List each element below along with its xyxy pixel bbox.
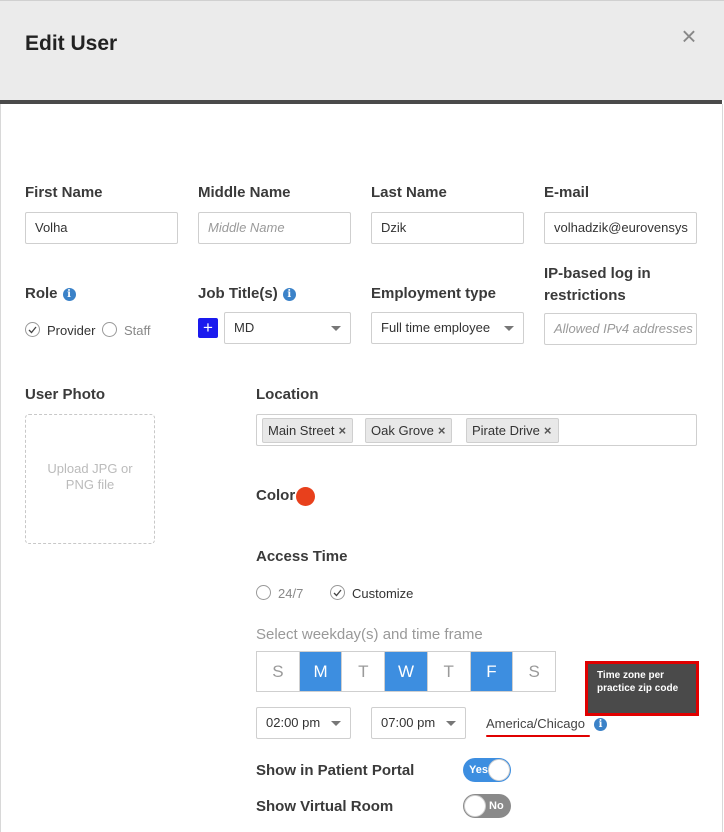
remove-tag-icon[interactable]: ×: [544, 423, 552, 438]
location-tag-label: Main Street: [268, 423, 335, 438]
dialog-border-left: [0, 104, 1, 832]
tooltip-line2: practice zip code: [597, 683, 679, 694]
dialog-header: Edit User ×: [0, 0, 724, 100]
timezone-tooltip: Time zone per practice zip code: [585, 661, 699, 716]
dialog-border-right: [722, 104, 723, 832]
radio-staff[interactable]: [102, 322, 117, 337]
virtual-room-label: Show Virtual Room: [256, 798, 394, 815]
role-label-text: Role: [25, 285, 58, 302]
employment-label: Employment type: [371, 285, 497, 302]
chevron-down-icon: [446, 721, 456, 726]
location-label: Location: [256, 386, 319, 403]
end-time-select[interactable]: 07:00 pm: [371, 707, 466, 739]
radio-provider[interactable]: [25, 322, 40, 337]
role-option-provider[interactable]: Provider: [47, 323, 95, 338]
ip-label-line1: IP-based log in: [544, 265, 651, 282]
role-label: Role i: [25, 285, 76, 302]
last-name-field[interactable]: Dzik: [371, 212, 524, 244]
chevron-down-icon: [331, 326, 341, 331]
first-name-label: First Name: [25, 184, 103, 201]
location-multiselect[interactable]: Main Street × Oak Grove × Pirate Drive ×: [256, 414, 697, 446]
upload-text-line2: PNG file: [65, 477, 115, 492]
email-field[interactable]: volhadzik@eurovensys: [544, 212, 697, 244]
access-time-label: Access Time: [256, 548, 348, 565]
weekday-hint: Select weekday(s) and time frame: [256, 626, 483, 643]
middle-name-field[interactable]: Middle Name: [198, 212, 351, 244]
check-icon: [333, 589, 342, 597]
end-time-value: 07:00 pm: [381, 715, 436, 730]
day-friday[interactable]: F: [470, 652, 514, 691]
start-time-value: 02:00 pm: [266, 715, 321, 730]
access-option-24-7[interactable]: 24/7: [278, 586, 303, 601]
chevron-down-icon: [331, 721, 341, 726]
photo-upload-dropzone[interactable]: Upload JPG or PNG file: [25, 414, 155, 544]
location-tag: Main Street ×: [262, 418, 354, 443]
last-name-label: Last Name: [371, 184, 447, 201]
first-name-field[interactable]: Volha: [25, 212, 178, 244]
radio-24-7[interactable]: [256, 585, 271, 600]
info-icon[interactable]: i: [62, 288, 76, 301]
ip-restrictions-field[interactable]: Allowed IPv4 addresses: [544, 313, 697, 345]
virtual-room-toggle[interactable]: No: [463, 794, 511, 818]
tooltip-line1: Time zone per: [597, 670, 665, 681]
day-wednesday[interactable]: W: [385, 652, 428, 691]
role-option-staff[interactable]: Staff: [124, 323, 151, 338]
access-option-customize[interactable]: Customize: [352, 586, 413, 601]
job-title-select[interactable]: MD: [224, 312, 351, 344]
annotation-underline: [486, 735, 590, 737]
close-icon[interactable]: ×: [676, 23, 702, 49]
ip-label-line2: restrictions: [544, 287, 626, 304]
color-swatch[interactable]: [296, 487, 315, 506]
toggle-state-text: No: [489, 800, 504, 812]
job-title-label: Job Title(s) i: [198, 285, 296, 302]
chevron-down-icon: [504, 326, 514, 331]
header-divider: [0, 100, 722, 104]
job-title-label-text: Job Title(s): [198, 285, 278, 302]
check-icon: [28, 326, 37, 334]
timezone-text: America/Chicago i: [486, 716, 607, 731]
day-thursday[interactable]: T: [428, 652, 471, 691]
weekday-selector: S M T W T F S: [256, 651, 556, 692]
ip-restrictions-label: IP-based log in restrictions: [544, 263, 651, 307]
day-monday[interactable]: M: [299, 652, 343, 691]
location-tag: Oak Grove ×: [365, 418, 453, 443]
employment-value: Full time employee: [381, 320, 491, 335]
timezone-value: America/Chicago: [486, 716, 585, 731]
location-tag-label: Pirate Drive: [472, 423, 540, 438]
remove-tag-icon[interactable]: ×: [438, 423, 446, 438]
employment-select[interactable]: Full time employee: [371, 312, 524, 344]
location-tag-label: Oak Grove: [371, 423, 434, 438]
day-sunday[interactable]: S: [257, 652, 300, 691]
user-photo-label: User Photo: [25, 386, 106, 403]
upload-text-line1: Upload JPG or: [47, 461, 133, 476]
day-saturday[interactable]: S: [513, 652, 555, 691]
job-title-value: MD: [234, 320, 255, 335]
toggle-knob: [464, 795, 486, 817]
add-job-title-button[interactable]: +: [198, 318, 218, 338]
toggle-knob: [488, 759, 510, 781]
location-tag: Pirate Drive ×: [466, 418, 559, 443]
patient-portal-toggle[interactable]: Yes: [463, 758, 511, 782]
info-icon[interactable]: i: [594, 718, 607, 731]
day-tuesday[interactable]: T: [342, 652, 386, 691]
patient-portal-label: Show in Patient Portal: [256, 762, 415, 779]
info-icon[interactable]: i: [282, 288, 296, 301]
color-label: Color: [256, 487, 296, 504]
dialog-title: Edit User: [25, 32, 118, 55]
radio-customize[interactable]: [330, 585, 345, 600]
start-time-select[interactable]: 02:00 pm: [256, 707, 351, 739]
email-label: E-mail: [544, 184, 590, 201]
toggle-state-text: Yes: [469, 764, 488, 776]
remove-tag-icon[interactable]: ×: [338, 423, 346, 438]
middle-name-label: Middle Name: [198, 184, 291, 201]
